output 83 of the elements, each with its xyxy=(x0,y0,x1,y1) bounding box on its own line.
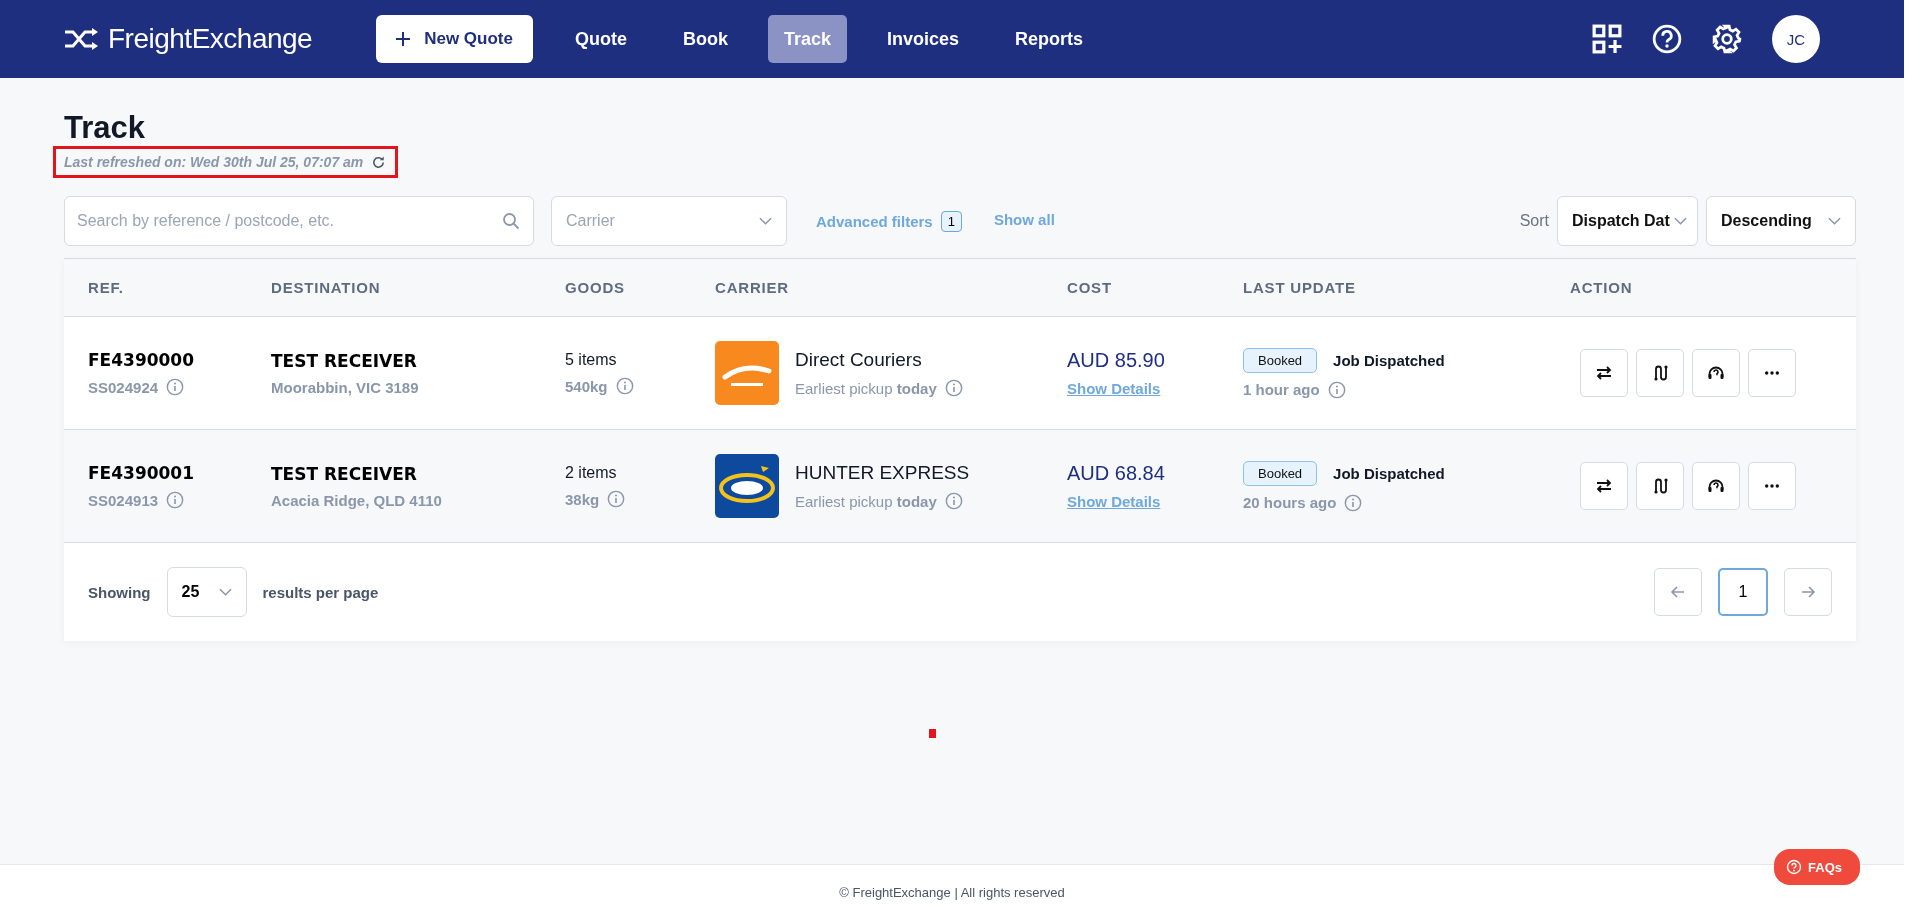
carrier-name: HUNTER EXPRESS xyxy=(795,462,970,484)
earliest-pickup: Earliest pickup today xyxy=(795,492,937,510)
column-header: LAST UPDATE xyxy=(1243,279,1357,296)
shuffle-arrows-icon xyxy=(64,28,100,50)
receiver-name: TEST RECEIVER xyxy=(271,350,418,371)
nav-tab[interactable]: Quote xyxy=(559,15,643,63)
update-time: 1 hour ago xyxy=(1243,381,1320,398)
chevron-down-icon xyxy=(759,217,772,225)
info-icon xyxy=(607,490,626,508)
settings-icon[interactable] xyxy=(1712,24,1742,54)
column-header: CARRIER xyxy=(715,279,790,296)
info-icon xyxy=(944,492,963,510)
carrier-logo xyxy=(715,341,779,405)
swap-action-button[interactable] xyxy=(1580,349,1628,397)
refresh-icon[interactable] xyxy=(371,154,387,170)
column-header: COST xyxy=(1067,279,1113,296)
support-action-button[interactable] xyxy=(1692,462,1740,510)
chevron-down-icon xyxy=(218,588,232,596)
info-icon xyxy=(944,379,963,397)
arrow-left-icon xyxy=(1670,584,1686,600)
new-quote-button[interactable]: New Quote xyxy=(376,15,533,63)
info-icon xyxy=(1327,380,1346,399)
sort-field-dropdown[interactable]: Dispatch Dat xyxy=(1557,196,1698,246)
update-time: 20 hours ago xyxy=(1243,494,1337,511)
earliest-pickup: Earliest pickup today xyxy=(795,379,937,397)
sub-reference: SS024924 xyxy=(88,378,159,396)
status-badge: Booked xyxy=(1243,460,1318,486)
sort-label: Sort xyxy=(1519,212,1549,230)
info-icon xyxy=(615,377,634,395)
faqs-button[interactable]: FAQs xyxy=(1774,849,1860,885)
chevron-down-icon xyxy=(1674,217,1687,225)
route-action-button[interactable] xyxy=(1636,462,1684,510)
logo-text: FreightExchange xyxy=(108,23,313,55)
help-icon[interactable] xyxy=(1652,24,1682,54)
reference-number: FE4390000 xyxy=(88,350,196,370)
reference-number: FE4390001 xyxy=(88,463,196,483)
carrier-name: Direct Couriers xyxy=(795,349,923,371)
column-header: REF. xyxy=(88,279,125,296)
carrier-logo xyxy=(715,454,779,518)
page-number-button[interactable]: 1 xyxy=(1718,568,1768,616)
nav-tab[interactable]: Invoices xyxy=(871,15,976,63)
more-icon xyxy=(1765,371,1779,375)
nav-tab[interactable]: Reports xyxy=(999,15,1100,63)
support-action-button[interactable] xyxy=(1692,349,1740,397)
copyright-text: © FreightExchange | All rights reserved xyxy=(839,884,1065,900)
info-icon xyxy=(166,378,185,396)
route-action-button[interactable] xyxy=(1636,349,1684,397)
search-field[interactable]: Search by reference / postcode, etc. xyxy=(64,196,534,246)
more-icon xyxy=(1765,484,1779,488)
column-header: GOODS xyxy=(565,279,626,296)
goods-weight: 38kg xyxy=(565,490,600,508)
last-refreshed-text: Last refreshed on: Wed 30th Jul 25, 07:07 am xyxy=(64,154,364,170)
sort-order-dropdown[interactable]: Descending xyxy=(1706,196,1856,246)
goods-count: 2 items xyxy=(565,464,618,482)
arrow-right-icon xyxy=(1800,584,1816,600)
destination-place: Moorabbin, VIC 3189 xyxy=(271,378,419,396)
page-title: Track xyxy=(64,110,146,146)
plus-icon xyxy=(396,32,411,46)
chevron-down-icon xyxy=(1828,217,1841,225)
swap-action-button[interactable] xyxy=(1580,462,1628,510)
user-avatar[interactable]: JC xyxy=(1772,15,1820,63)
goods-count: 5 items xyxy=(565,351,618,369)
add-widget-icon[interactable] xyxy=(1592,24,1622,54)
update-event: Job Dispatched xyxy=(1333,464,1445,482)
help-icon xyxy=(1786,859,1803,875)
filter-count-badge: 1 xyxy=(940,210,962,232)
destination-place: Acacia Ridge, QLD 4110 xyxy=(271,491,442,509)
receiver-name: TEST RECEIVER xyxy=(271,463,418,484)
update-event: Job Dispatched xyxy=(1333,351,1445,369)
info-icon xyxy=(1344,493,1363,512)
per-page-dropdown[interactable]: 25 xyxy=(166,567,247,617)
status-badge: Booked xyxy=(1243,347,1318,373)
column-header: DESTINATION xyxy=(271,279,382,296)
cost-amount: AUD 85.90 xyxy=(1067,349,1166,372)
search-icon xyxy=(502,212,520,230)
results-per-page-label: results per page xyxy=(262,583,379,601)
info-icon xyxy=(166,491,185,509)
goods-weight: 540kg xyxy=(565,377,608,395)
cost-amount: AUD 68.84 xyxy=(1067,462,1166,485)
column-header: ACTION xyxy=(1570,279,1634,296)
nav-tab[interactable]: Book xyxy=(667,15,744,63)
sub-reference: SS024913 xyxy=(88,491,159,509)
showing-label: Showing xyxy=(88,583,151,601)
